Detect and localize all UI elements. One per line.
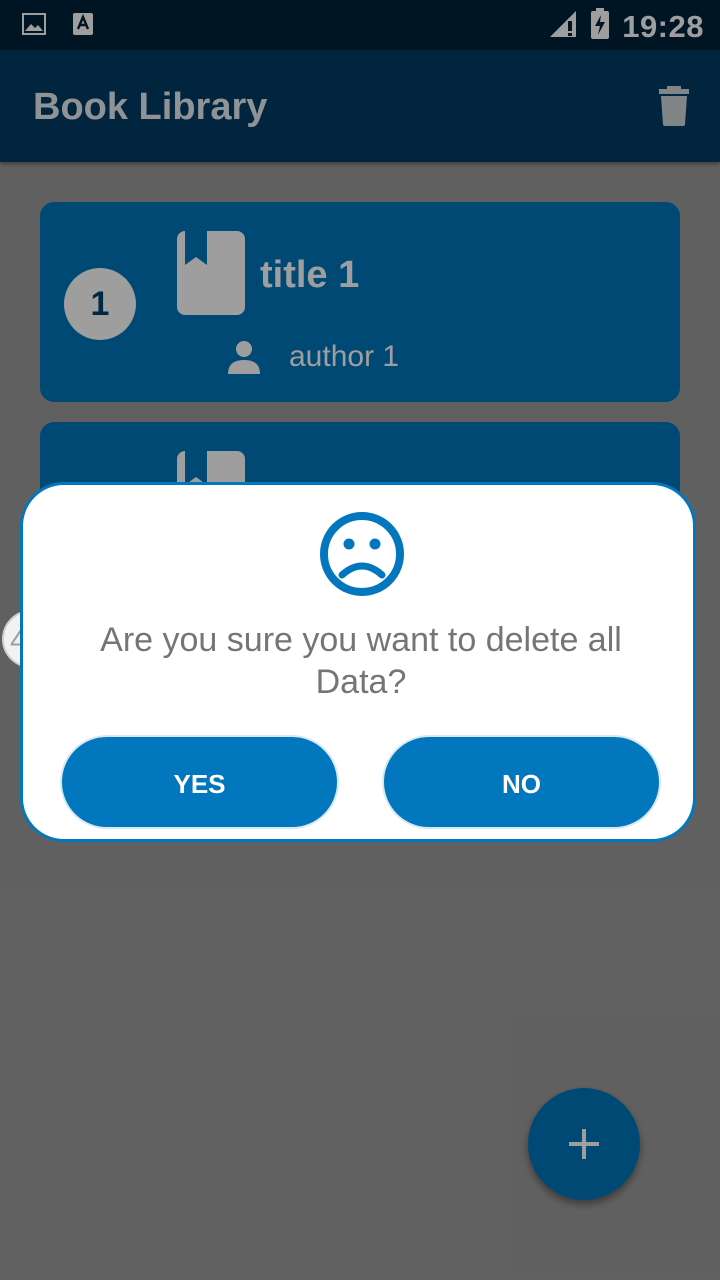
sad-face-icon <box>319 511 405 597</box>
delete-confirm-dialog: Are you sure you want to delete all Data… <box>20 482 696 842</box>
no-button[interactable]: NO <box>382 735 661 829</box>
dialog-message: Are you sure you want to delete all Data… <box>100 621 622 701</box>
yes-button[interactable]: YES <box>60 735 339 829</box>
